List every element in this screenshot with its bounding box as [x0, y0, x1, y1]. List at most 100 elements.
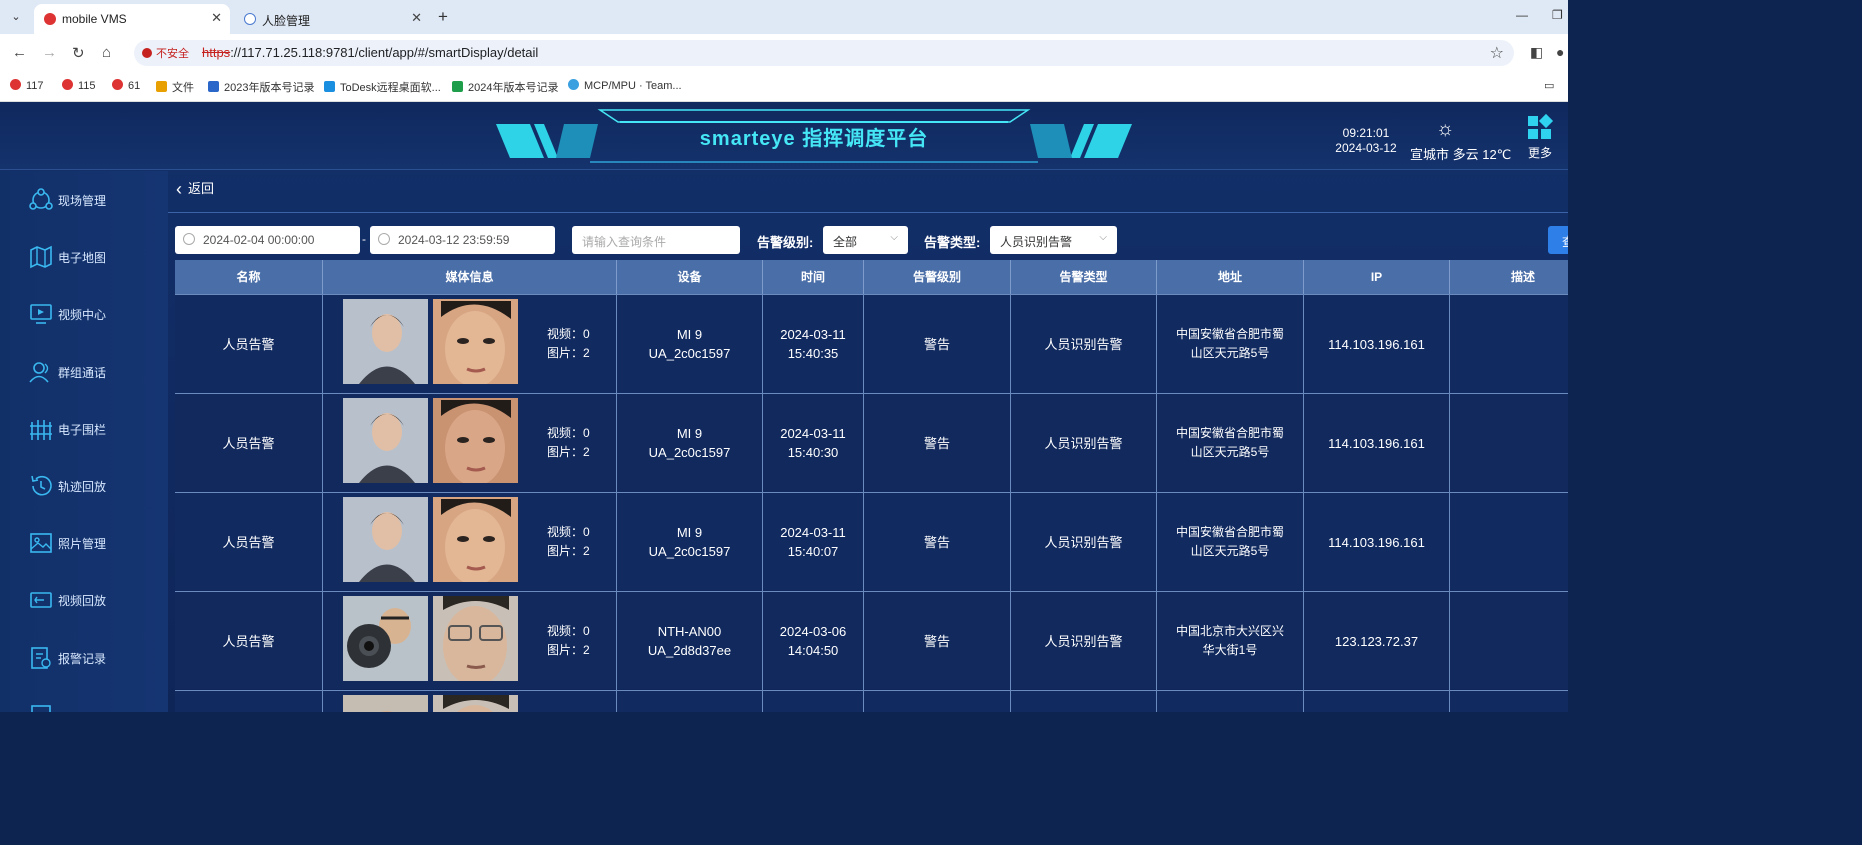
face-photo-scene[interactable] — [343, 299, 428, 384]
alarm-type-select[interactable]: 人员识别告警 ⌵ — [990, 226, 1117, 254]
table-row[interactable]: 人员告警 视频：0 图片：2 MI 9 UA_2c0c1597 2024-03-11… — [175, 393, 1568, 492]
face-photo-scene[interactable] — [343, 497, 428, 582]
sidebar-item-e-fence[interactable]: 电子围栏 — [28, 414, 158, 444]
sidebar-item-alarm-records[interactable]: 报警记录 — [28, 643, 158, 673]
tab-mobile-vms[interactable]: mobile VMS ✕ — [34, 4, 230, 34]
side-panel-icon[interactable]: ◧ — [1530, 44, 1543, 61]
bookmark-item[interactable]: ToDesk远程桌面软... — [324, 79, 441, 95]
cell-device — [617, 691, 763, 712]
bookmark-item[interactable]: 115 — [62, 79, 96, 92]
sidebar-item-track-playback[interactable]: 轨迹回放 — [28, 471, 158, 501]
cell-media: 视频：0 图片：2 — [323, 493, 617, 591]
folder-icon[interactable]: ▭ — [1544, 79, 1554, 92]
globe-icon — [244, 13, 256, 25]
cell-time: 2024-03-11 15:40:07 — [763, 493, 864, 591]
clock-icon — [183, 233, 195, 245]
sidebar-item-e-map[interactable]: 电子地图 — [28, 242, 158, 272]
image-icon — [30, 533, 52, 553]
address-bar[interactable]: 不安全 https://117.71.25.118:9781/client/ap… — [134, 40, 1514, 66]
monitor-icon — [30, 304, 52, 324]
cell-level: 警告 — [864, 295, 1011, 393]
col-header[interactable]: 设备 — [617, 260, 763, 294]
face-photo-crop[interactable] — [433, 398, 518, 483]
bookmark-star-icon[interactable]: ☆ — [1490, 43, 1504, 63]
profile-icon[interactable]: ● — [1556, 44, 1564, 60]
col-header[interactable]: IP — [1304, 260, 1450, 294]
app-header: smarteye 指挥调度平台 09:21:01 2024-03-12 ☼ 宣城… — [0, 102, 1568, 170]
sidebar-item-photo-management[interactable]: 照片管理 — [28, 528, 158, 558]
face-photo-scene[interactable] — [343, 398, 428, 483]
cell-address: 中国安徽省合肥市蜀 山区天元路5号 — [1157, 295, 1304, 393]
face-photo-crop[interactable] — [433, 695, 518, 712]
table-row[interactable]: 人员告警 视频：0 图片：2 NTH-AN00 UA_2d8d37ee 2024-0… — [175, 591, 1568, 690]
minimize-icon[interactable]: — — [1516, 8, 1528, 22]
more-label[interactable]: 更多 — [1528, 144, 1552, 161]
close-tab-icon[interactable]: ✕ — [211, 10, 222, 26]
col-header[interactable]: 告警类型 — [1011, 260, 1157, 294]
bookmark-item[interactable]: 61 — [112, 79, 140, 92]
sidebar-item-site-management[interactable]: 现场管理 — [28, 185, 158, 215]
bookmark-item[interactable]: 文件 — [156, 79, 194, 95]
cell-type: 人员识别告警 — [1011, 295, 1157, 393]
tab-title: mobile VMS — [62, 12, 127, 26]
face-photo-crop[interactable] — [433, 299, 518, 384]
grid-more-icon[interactable] — [1528, 113, 1554, 140]
history-icon — [31, 475, 52, 496]
cell-name: 人员告警 — [175, 592, 323, 690]
query-button[interactable]: 查 — [1548, 226, 1568, 254]
face-photo-crop[interactable] — [433, 497, 518, 582]
cell-level — [864, 691, 1011, 712]
bookmark-item[interactable]: 117 — [10, 79, 44, 92]
group-call-icon — [29, 362, 49, 383]
bookmark-item[interactable]: MCP/MPU · Team... — [568, 79, 682, 92]
sidebar-item-group-call[interactable]: 群组通话 — [28, 357, 158, 387]
forward-arrow-icon[interactable]: → — [42, 44, 57, 61]
col-header[interactable]: 媒体信息 — [323, 260, 617, 294]
tab-search-icon[interactable]: ⌄ — [6, 8, 26, 26]
back-arrow-icon[interactable]: ← — [12, 44, 27, 61]
col-header[interactable]: 时间 — [763, 260, 864, 294]
cell-time: 2024-03-06 14:04:50 — [763, 592, 864, 690]
end-time-picker[interactable]: 2024-03-12 23:59:59 — [370, 226, 555, 254]
face-photo-scene[interactable] — [343, 695, 428, 712]
cell-media — [323, 691, 617, 712]
restore-icon[interactable]: ❐ — [1552, 8, 1563, 22]
cell-name: 人员告警 — [175, 394, 323, 492]
alarm-level-select[interactable]: 全部 ⌵ — [823, 226, 908, 254]
bookmark-item[interactable]: 2024年版本号记录 — [452, 79, 558, 95]
weather-info: 宣城市 多云 12℃ — [1410, 147, 1512, 162]
tab-title: 人脸管理 — [262, 14, 311, 28]
reload-icon[interactable]: ↻ — [72, 44, 85, 62]
media-counts: 视频：0 图片：2 — [547, 426, 590, 459]
close-tab-icon[interactable]: ✕ — [411, 10, 422, 26]
sidebar-item-video-center[interactable]: 视频中心 — [28, 299, 158, 329]
tab-face-management[interactable]: 人脸管理 ✕ — [234, 4, 430, 34]
table-row[interactable] — [175, 690, 1568, 712]
cell-desc — [1450, 592, 1568, 690]
sidebar-item-more[interactable] — [28, 701, 158, 712]
bookmark-item[interactable]: 2023年版本号记录 — [208, 79, 314, 95]
new-tab-button[interactable]: + — [438, 7, 448, 27]
back-button[interactable]: ‹ 返回 — [176, 178, 214, 200]
search-input[interactable]: 请输入查询条件 — [572, 226, 740, 254]
start-time-picker[interactable]: 2024-02-04 00:00:00 — [175, 226, 360, 254]
media-counts: 视频：0 图片：2 — [547, 624, 590, 657]
not-secure-badge[interactable]: 不安全 — [142, 45, 189, 61]
col-header[interactable]: 地址 — [1157, 260, 1304, 294]
col-header[interactable]: 名称 — [175, 260, 323, 294]
media-counts: 视频：0 图片：2 — [547, 327, 590, 360]
cell-device: NTH-AN00 UA_2d8d37ee — [617, 592, 763, 690]
cell-level: 警告 — [864, 493, 1011, 591]
face-photo-crop[interactable] — [433, 596, 518, 681]
col-header[interactable]: 告警级别 — [864, 260, 1011, 294]
app-root: smarteye 指挥调度平台 09:21:01 2024-03-12 ☼ 宣城… — [0, 102, 1568, 712]
cell-ip: 114.103.196.161 — [1304, 493, 1450, 591]
home-icon[interactable]: ⌂ — [102, 44, 111, 61]
face-photo-scene[interactable] — [343, 596, 428, 681]
col-header[interactable]: 描述 — [1450, 260, 1568, 294]
table-row[interactable]: 人员告警 视频：0 图片：2 MI 9 UA_2c0c1597 2024-03-11… — [175, 492, 1568, 591]
sidebar-item-video-playback[interactable]: 视频回放 — [28, 585, 158, 615]
cell-address: 中国北京市大兴区兴 华大街1号 — [1157, 592, 1304, 690]
url-text[interactable]: https://117.71.25.118:9781/client/app/#/… — [202, 45, 538, 60]
table-row[interactable]: 人员告警 视频：0 图片：2 MI 9 UA_2c0c1597 2024-03-11… — [175, 294, 1568, 393]
